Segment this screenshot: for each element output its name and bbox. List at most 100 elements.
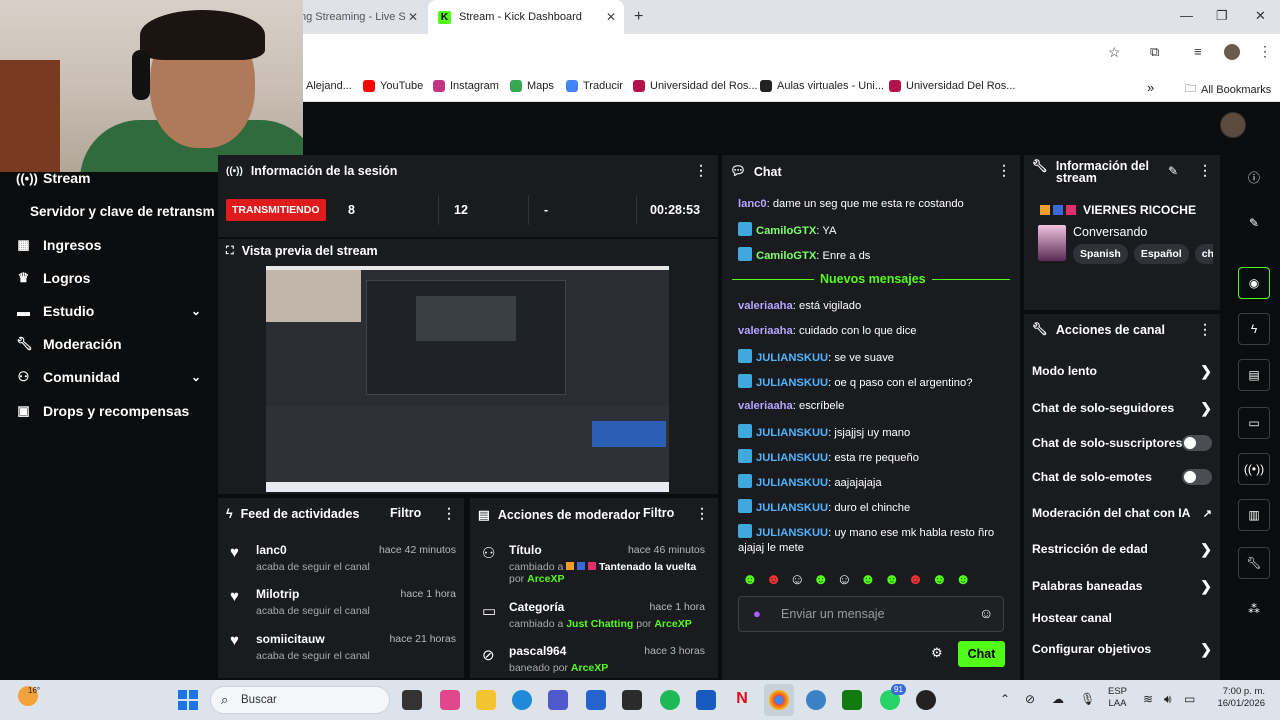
emotes-only-toggle[interactable] — [1182, 469, 1212, 485]
xbox-icon[interactable] — [842, 690, 862, 710]
edit-pencil-icon[interactable]: ✎ — [1168, 164, 1178, 178]
canal-item-banned-words[interactable]: Palabras baneadas ❯ — [1032, 578, 1212, 594]
close-tab-icon[interactable]: ✕ — [606, 10, 616, 24]
emote-icon[interactable]: ☻ — [908, 571, 924, 588]
session-menu-icon[interactable]: ⋮ — [694, 162, 708, 179]
extensions-icon[interactable]: ⧉ — [1150, 44, 1159, 60]
canal-menu-icon[interactable]: ⋮ — [1198, 321, 1212, 338]
canal-item-subs-only[interactable]: Chat de solo-suscriptores — [1032, 435, 1212, 451]
app-icon[interactable] — [916, 690, 936, 710]
emote-icon[interactable]: ☻ — [931, 571, 947, 588]
sidebar-item-estudio[interactable]: ▬ Estudio ⌄ — [16, 303, 201, 319]
canal-item-goals[interactable]: Configurar objetivos ❯ — [1032, 641, 1212, 657]
app-icon[interactable] — [806, 690, 826, 710]
wrench-icon[interactable]: 🔧︎ — [1238, 547, 1270, 579]
bookmark-star-icon[interactable]: ☆ — [1108, 44, 1121, 61]
feed-menu-icon[interactable]: ⋮ — [442, 505, 456, 522]
file-explorer-icon[interactable] — [476, 690, 496, 710]
store-icon[interactable] — [586, 690, 606, 710]
bookmark-translate[interactable]: Traducir — [566, 80, 623, 92]
chat-username[interactable]: valeriaaha — [738, 300, 793, 312]
netflix-icon[interactable]: N — [732, 690, 752, 710]
copilot-icon[interactable] — [440, 690, 460, 710]
edit-pencil-icon[interactable]: ✎ — [1238, 207, 1270, 239]
user-avatar[interactable] — [1220, 112, 1246, 138]
bolt-icon[interactable]: ϟ — [1238, 313, 1270, 345]
tab-kick-dashboard[interactable]: K Stream - Kick Dashboard ✕ — [428, 0, 624, 34]
chat-username[interactable]: JULIANSKUU — [756, 477, 828, 489]
info-icon[interactable]: ⓘ — [1238, 161, 1270, 193]
bookmark-item[interactable]: Alejand... — [306, 80, 352, 92]
emote-icon[interactable]: ☻ — [742, 571, 758, 588]
language-indicator[interactable]: ESP LAA — [1108, 686, 1127, 710]
camera-icon[interactable]: ◉ — [1238, 267, 1270, 299]
mod-filter-button[interactable]: Filtro — [643, 506, 674, 520]
chat-username[interactable]: JULIANSKUU — [756, 452, 828, 464]
emote-icon[interactable]: ☻ — [860, 571, 876, 588]
bookmark-university[interactable]: Universidad del Ros... — [633, 80, 758, 92]
canal-item-followers-only[interactable]: Chat de solo-seguidores ❯ — [1032, 400, 1212, 416]
sidebar-item-stream[interactable]: ((•)) Stream — [16, 170, 201, 186]
maximize-button[interactable]: ❐ — [1216, 8, 1228, 24]
subs-only-toggle[interactable] — [1182, 435, 1212, 451]
sidebar-item-server-key[interactable]: Servidor y clave de retransm — [30, 204, 215, 219]
connections-icon[interactable]: ⁂ — [1238, 593, 1270, 625]
emote-icon[interactable]: ☻ — [955, 571, 971, 588]
chat-username[interactable]: lanc0 — [738, 198, 767, 210]
word-icon[interactable] — [696, 690, 716, 710]
microphone-icon[interactable]: 🎙︎ — [1080, 692, 1095, 706]
more-bookmarks-button[interactable]: » — [1147, 80, 1154, 95]
chevron-up-icon[interactable]: ⌃ — [1000, 692, 1010, 706]
layout-icon[interactable]: ▥ — [1238, 499, 1270, 531]
network-icon[interactable]: ⊘ — [1025, 692, 1035, 706]
canal-item-age-restriction[interactable]: Restricción de edad ❯ — [1032, 541, 1212, 557]
chrome-icon[interactable] — [769, 690, 789, 710]
emote-icon[interactable]: ☺ — [837, 571, 852, 588]
canal-item-slow-mode[interactable]: Modo lento ❯ — [1032, 363, 1212, 379]
sidebar-item-logros[interactable]: ♛ Logros — [16, 270, 201, 286]
send-chat-button[interactable]: Chat — [958, 641, 1005, 667]
bookmark-university-2[interactable]: Universidad Del Ros... — [889, 80, 1015, 92]
new-tab-button[interactable]: + — [634, 8, 643, 26]
obs-icon[interactable] — [622, 690, 642, 710]
taskbar-search-input[interactable]: ⌕ Buscar — [210, 686, 390, 714]
sidebar-item-drops[interactable]: ▣ Drops y recompensas — [16, 403, 201, 419]
media-controls-icon[interactable]: ≡ — [1194, 44, 1202, 59]
chat-username[interactable]: valeriaaha — [738, 400, 793, 412]
canal-item-emotes-only[interactable]: Chat de solo-emotes — [1032, 469, 1212, 485]
chat-username[interactable]: JULIANSKUU — [756, 502, 828, 514]
chat-username[interactable]: valeriaaha — [738, 325, 793, 337]
windows-start-icon[interactable] — [178, 690, 198, 710]
chat-username[interactable]: JULIANSKUU — [756, 427, 828, 439]
edge-icon[interactable] — [512, 690, 532, 710]
canal-item-ai-moderation[interactable]: Moderación del chat con IA ↗ — [1032, 506, 1212, 520]
stream-preview-video[interactable] — [266, 266, 669, 492]
info-menu-icon[interactable]: ⋮ — [1198, 162, 1212, 179]
chat-username[interactable]: JULIANSKUU — [756, 527, 828, 539]
chat-username[interactable]: JULIANSKUU — [756, 352, 828, 364]
spotify-icon[interactable] — [660, 690, 680, 710]
bookmark-youtube[interactable]: YouTube — [363, 80, 423, 92]
canal-item-host[interactable]: Hostear canal — [1032, 611, 1212, 625]
emote-icon[interactable]: ☺ — [790, 571, 805, 588]
document-icon[interactable]: ▤ — [1238, 359, 1270, 391]
emoji-icon[interactable]: ☺ — [979, 605, 993, 621]
settings-gear-icon[interactable]: ⚙ — [931, 645, 943, 661]
all-bookmarks-button[interactable]: 🗀 All Bookmarks — [1185, 80, 1271, 99]
wifi-icon[interactable]: ≋ — [1143, 692, 1153, 706]
bookmark-maps[interactable]: Maps — [510, 80, 554, 92]
sidebar-item-moderacion[interactable]: 🔧︎ Moderación — [16, 336, 201, 352]
tab-streaming[interactable]: ng Streaming - Live S ✕ — [300, 0, 426, 34]
mod-menu-icon[interactable]: ⋮ — [695, 505, 709, 522]
chat-username[interactable]: JULIANSKUU — [756, 377, 828, 389]
minimize-button[interactable]: — — [1180, 8, 1193, 23]
bookmark-aulas[interactable]: Aulas virtuales - Uni... — [760, 80, 884, 92]
chat-username[interactable]: CamiloGTX — [756, 250, 816, 262]
volume-icon[interactable]: 🔊︎ — [1164, 692, 1172, 707]
cloud-icon[interactable]: ☁ — [1052, 692, 1064, 706]
sidebar-item-ingresos[interactable]: ▦ Ingresos — [16, 237, 201, 253]
chat-bubble-icon[interactable]: ▭ — [1238, 407, 1270, 439]
browser-menu-icon[interactable]: ⋮ — [1258, 43, 1272, 60]
chat-menu-icon[interactable]: ⋮ — [997, 162, 1011, 179]
battery-icon[interactable]: ▭ — [1184, 692, 1195, 706]
